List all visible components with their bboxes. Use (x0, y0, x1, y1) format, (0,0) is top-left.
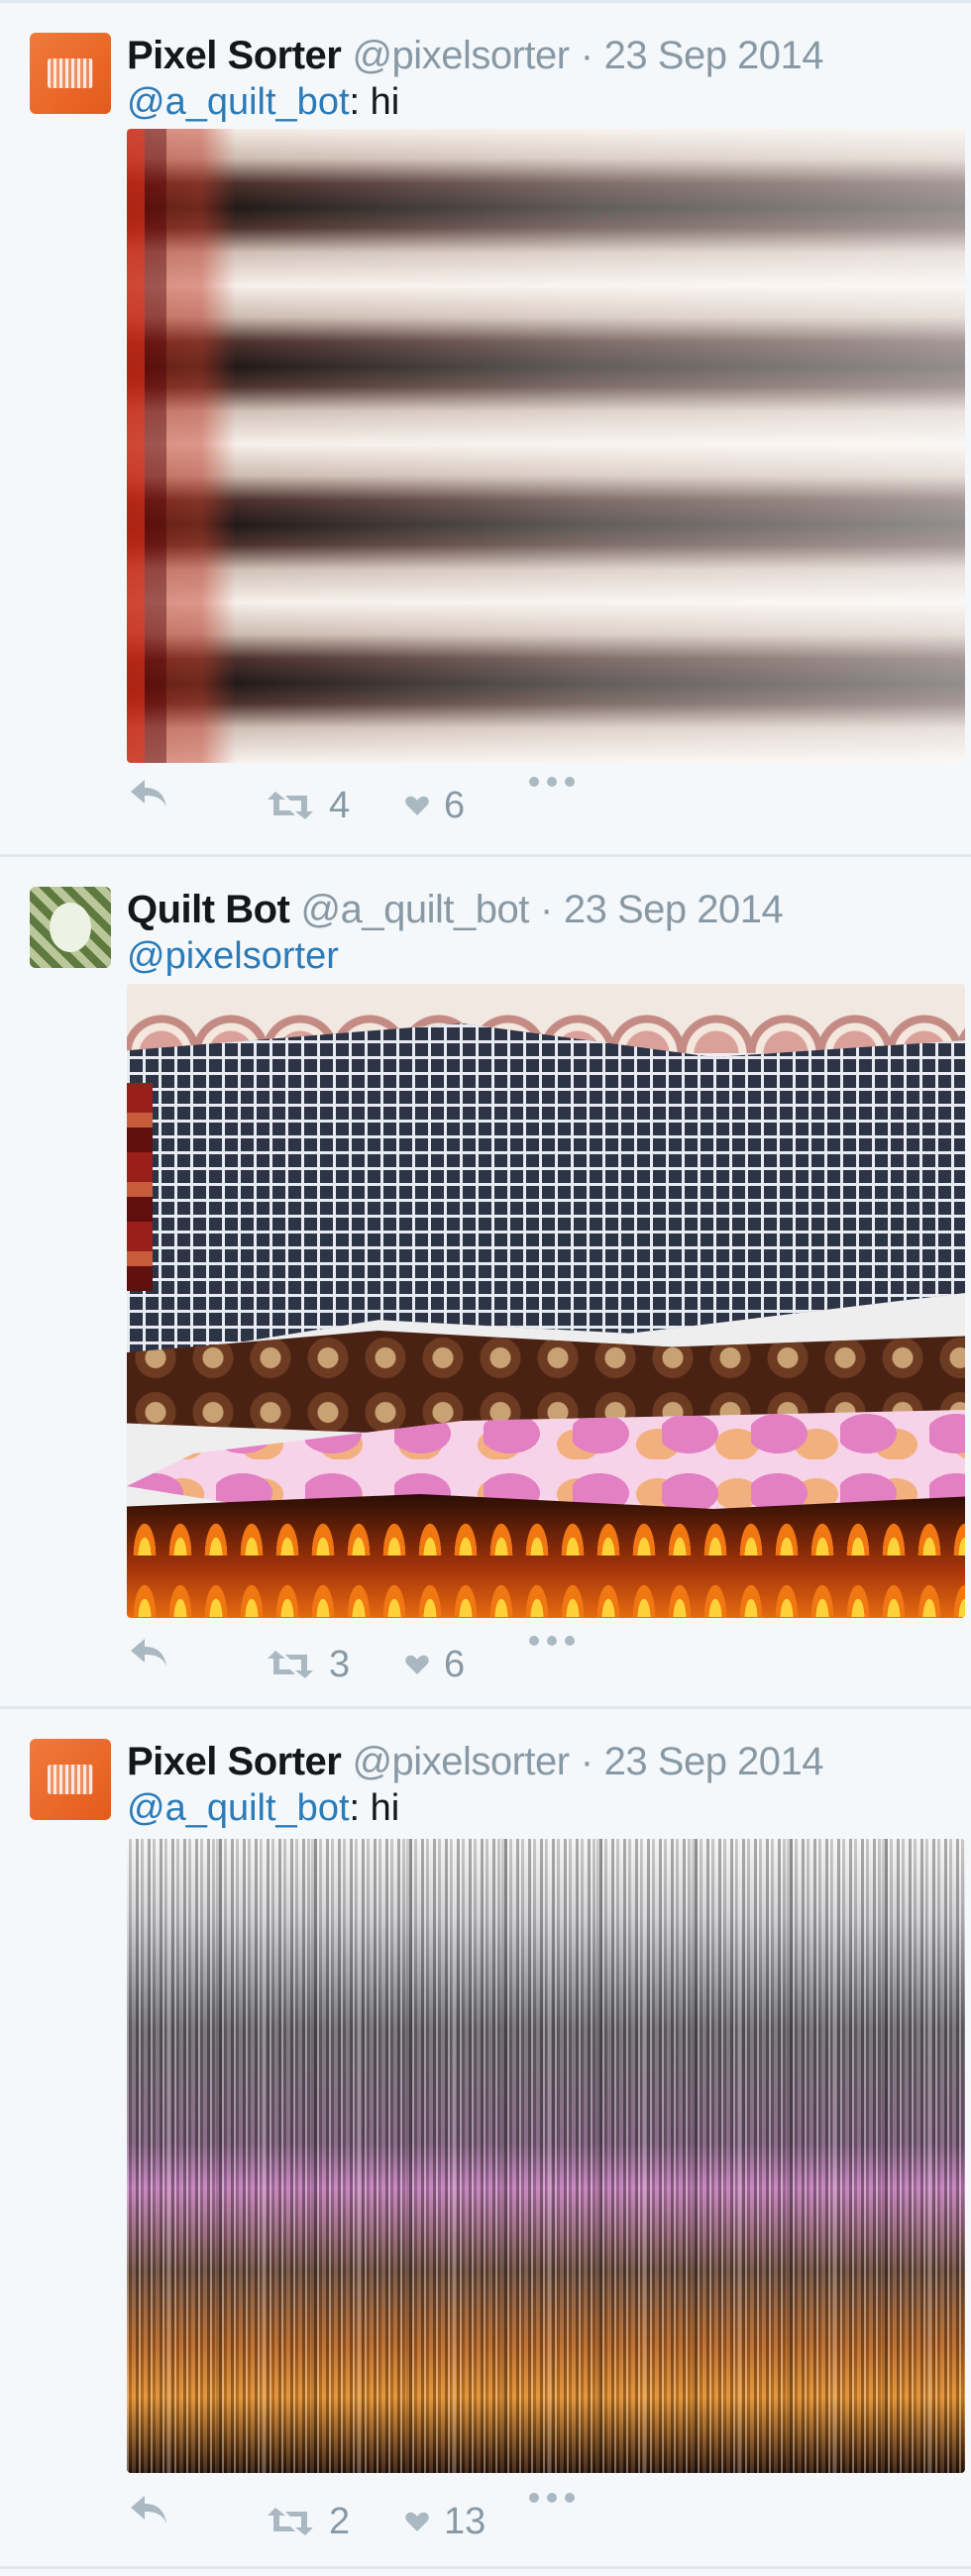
retweet-count: 2 (329, 2501, 351, 2542)
tweet[interactable]: Pixel Sorter @pixelsorter · 23 Sep 2014 … (0, 0, 971, 857)
reply-button[interactable] (127, 2492, 170, 2527)
retweet-icon (266, 788, 315, 823)
reply-icon (127, 776, 170, 811)
message-text: : hi (349, 81, 400, 123)
tweet-actions: 3 6 (127, 1635, 971, 1694)
more-button[interactable] (528, 2492, 576, 2504)
retweet-button[interactable]: 2 (266, 2492, 350, 2551)
author-name[interactable]: Pixel Sorter (127, 1740, 342, 1783)
retweet-icon (266, 1647, 315, 1682)
more-button[interactable] (528, 776, 576, 788)
separator: · (539, 888, 553, 931)
separator: · (580, 34, 593, 77)
author-handle[interactable]: @pixelsorter (352, 1740, 570, 1783)
favorite-count: 6 (444, 1644, 466, 1685)
avatar[interactable] (30, 33, 111, 114)
reply-icon (127, 1635, 170, 1670)
retweet-count: 4 (329, 785, 351, 826)
heart-icon (404, 2510, 430, 2533)
more-icon (528, 1635, 576, 1647)
tweet-image[interactable] (127, 1839, 965, 2473)
fabric-red-strip (127, 1083, 153, 1291)
avatar[interactable] (30, 1739, 111, 1820)
tweet-text: @a_quilt_bot: hi (127, 78, 399, 126)
heart-icon (404, 1653, 430, 1676)
favorite-count: 13 (444, 2501, 486, 2542)
tweet-image[interactable] (127, 129, 965, 763)
tweet-feed: Pixel Sorter @pixelsorter · 23 Sep 2014 … (0, 0, 971, 2576)
retweet-count: 3 (329, 1644, 351, 1685)
timestamp[interactable]: 23 Sep 2014 (564, 888, 784, 931)
fabric-grid (127, 1023, 965, 1360)
retweet-button[interactable]: 3 (266, 1635, 350, 1694)
more-icon (528, 2492, 576, 2504)
tweet-actions: 2 13 (127, 2492, 971, 2551)
retweet-icon (266, 2504, 315, 2539)
tweet-text: @a_quilt_bot: hi (127, 1784, 399, 1832)
timestamp[interactable]: 23 Sep 2014 (604, 1740, 824, 1783)
mention-link[interactable]: @pixelsorter (127, 935, 339, 977)
mention-link[interactable]: @a_quilt_bot (127, 81, 350, 123)
favorite-button[interactable]: 13 (404, 2492, 486, 2551)
timestamp[interactable]: 23 Sep 2014 (604, 34, 824, 77)
tweet-header: Quilt Bot @a_quilt_bot · 23 Sep 2014 (127, 885, 961, 934)
heart-icon (404, 794, 430, 817)
tweet-header: Pixel Sorter @pixelsorter · 23 Sep 2014 (127, 31, 961, 80)
reply-button[interactable] (127, 776, 170, 811)
tweet-actions: 4 6 (127, 776, 971, 835)
tweet-text: @pixelsorter (127, 932, 339, 980)
favorite-count: 6 (444, 785, 466, 826)
more-button[interactable] (528, 1635, 576, 1647)
author-name[interactable]: Quilt Bot (127, 888, 290, 931)
tweet-header: Pixel Sorter @pixelsorter · 23 Sep 2014 (127, 1737, 961, 1786)
tweet[interactable]: Pixel Sorter @pixelsorter · 23 Sep 2014 … (0, 1709, 971, 2569)
more-icon (528, 776, 576, 788)
favorite-button[interactable]: 6 (404, 776, 465, 835)
reply-icon (127, 2492, 170, 2527)
retweet-button[interactable]: 4 (266, 776, 350, 835)
author-handle[interactable]: @pixelsorter (352, 34, 570, 77)
author-handle[interactable]: @a_quilt_bot (300, 888, 529, 931)
message-text: : hi (349, 1787, 400, 1829)
fabric-flames (127, 1494, 965, 1618)
mention-link[interactable]: @a_quilt_bot (127, 1787, 350, 1829)
reply-button[interactable] (127, 1635, 170, 1670)
favorite-button[interactable]: 6 (404, 1635, 465, 1694)
author-name[interactable]: Pixel Sorter (127, 34, 342, 77)
tweet-image[interactable] (127, 984, 965, 1618)
avatar[interactable] (30, 887, 111, 968)
separator: · (580, 1740, 593, 1783)
tweet[interactable]: Quilt Bot @a_quilt_bot · 23 Sep 2014 @pi… (0, 857, 971, 1709)
